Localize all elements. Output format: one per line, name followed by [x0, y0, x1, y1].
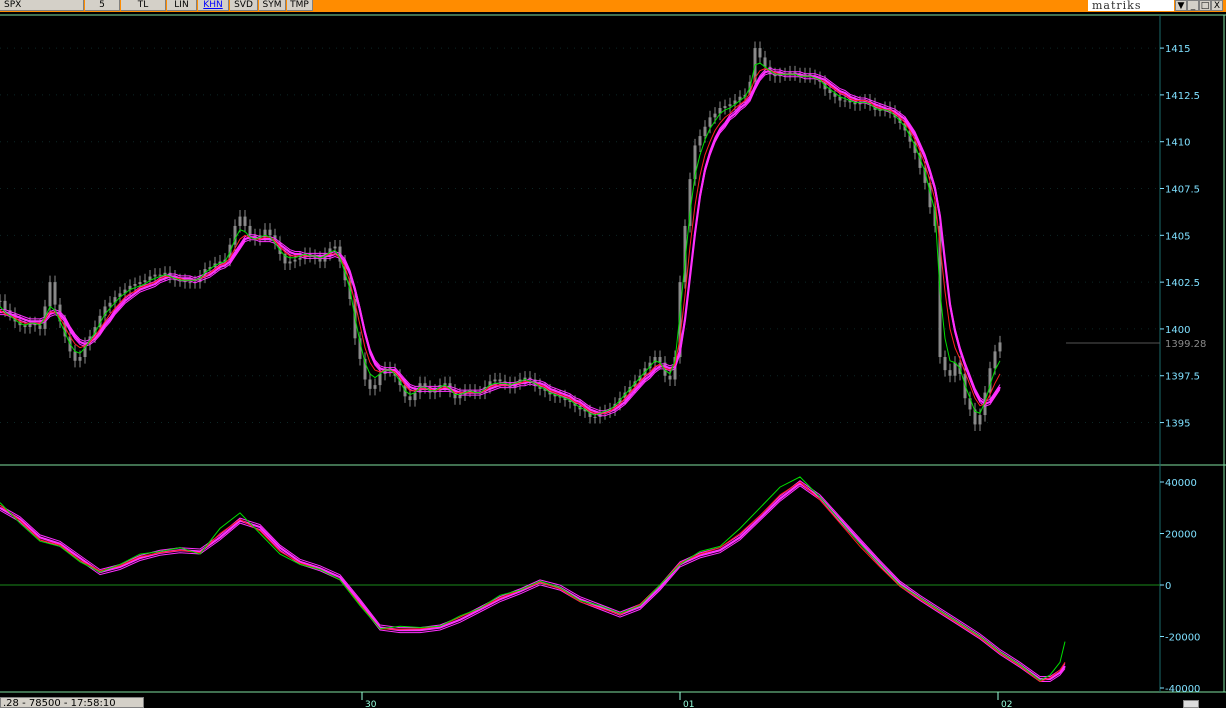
candle-body: [758, 48, 762, 58]
candle-body: [998, 342, 1002, 352]
candle-body: [708, 117, 712, 127]
candle-body: [943, 357, 947, 371]
candle-body: [698, 136, 702, 146]
price-line-band-edge: [0, 67, 1001, 412]
date-label: 30: [365, 700, 377, 708]
date-label: 02: [1001, 700, 1012, 708]
candle-body: [248, 225, 252, 236]
osc-tick-label: 0: [1165, 581, 1171, 592]
price-tick-label: 1410: [1165, 138, 1190, 149]
date-label: 01: [683, 700, 694, 708]
candle-body: [713, 113, 717, 118]
candle-body: [298, 257, 302, 260]
price-tick-label: 1405: [1165, 231, 1190, 242]
candle-body: [378, 373, 382, 386]
candle-body: [843, 100, 847, 102]
osc-line-fast: [0, 476, 1066, 681]
osc-line-mid: [0, 481, 1066, 683]
price-lines: [0, 62, 1001, 417]
price-tick-label: 1397.5: [1165, 372, 1200, 383]
price-tick-label: 1402.5: [1165, 278, 1200, 289]
price-tick-label: 1395: [1165, 419, 1190, 430]
candle-body: [668, 375, 672, 380]
candle-body: [243, 216, 247, 226]
candle-body: [38, 325, 42, 329]
osc-line-slow: [0, 481, 1066, 681]
price-line-mid: [0, 68, 1001, 414]
candle-body: [143, 280, 147, 283]
candle-body: [3, 300, 7, 311]
candle-body: [953, 362, 957, 376]
osc-axis: 40000 20000 0 -20000 -40000: [1160, 478, 1200, 695]
price-tick-label: 1400: [1165, 325, 1190, 336]
candle-body: [73, 351, 77, 361]
candle-body: [993, 351, 997, 369]
current-price-label: 1399.28: [1165, 339, 1206, 350]
candle-body: [293, 259, 297, 262]
candle-body: [108, 302, 112, 307]
osc-lines: [0, 476, 1066, 683]
candle-body: [153, 274, 157, 277]
resize-icon[interactable]: [1183, 700, 1199, 708]
price-line-slow: [0, 69, 1001, 415]
candle-body: [333, 246, 337, 249]
candle-body: [408, 396, 412, 401]
candle-body: [138, 282, 142, 284]
candle-body: [0, 300, 2, 302]
candle-body: [133, 284, 137, 286]
price-line-band-edge: [0, 72, 1001, 417]
osc-tick-label: -20000: [1165, 633, 1200, 644]
candle-body: [368, 379, 372, 389]
price-grid: [0, 47, 1160, 424]
candle-body: [188, 282, 192, 284]
osc-line-band-edge: [0, 480, 1066, 677]
price-tick-label: 1412.5: [1165, 91, 1200, 102]
osc-tick-label: 40000: [1165, 478, 1197, 489]
candle-body: [728, 104, 732, 107]
osc-tick-label: 20000: [1165, 530, 1197, 541]
candle-body: [53, 282, 57, 305]
price-line-fast: [0, 62, 1001, 416]
osc-tick-label: -40000: [1165, 684, 1200, 695]
candle-body: [493, 379, 497, 382]
price-tick-label: 1407.5: [1165, 185, 1200, 196]
chart-area: 1415 1412.5 1410 1407.5 1405 1402.5 1400 1397.5…: [0, 14, 1226, 708]
candle-body: [498, 379, 502, 382]
candle-body: [593, 416, 597, 418]
candle-body: [158, 274, 162, 276]
candle-body: [373, 385, 377, 389]
date-axis: 30 01 02: [361, 692, 1012, 708]
candle-body: [413, 392, 417, 401]
price-tick-label: 1415: [1165, 44, 1190, 55]
candle-body: [948, 370, 952, 376]
candle-body: [48, 282, 52, 307]
candle-body: [263, 229, 267, 236]
candle-body: [78, 357, 82, 361]
price-axis: 1415 1412.5 1410 1407.5 1405 1402.5 1400 1397.5…: [1160, 44, 1200, 430]
candle-body: [978, 415, 982, 425]
candle-body: [268, 229, 272, 236]
candle-body: [238, 216, 242, 226]
candle-body: [703, 126, 707, 137]
candle-body: [288, 261, 292, 264]
status-bar: .28 - 78500 - 17:58:10: [0, 697, 144, 708]
candle-body: [723, 106, 727, 108]
